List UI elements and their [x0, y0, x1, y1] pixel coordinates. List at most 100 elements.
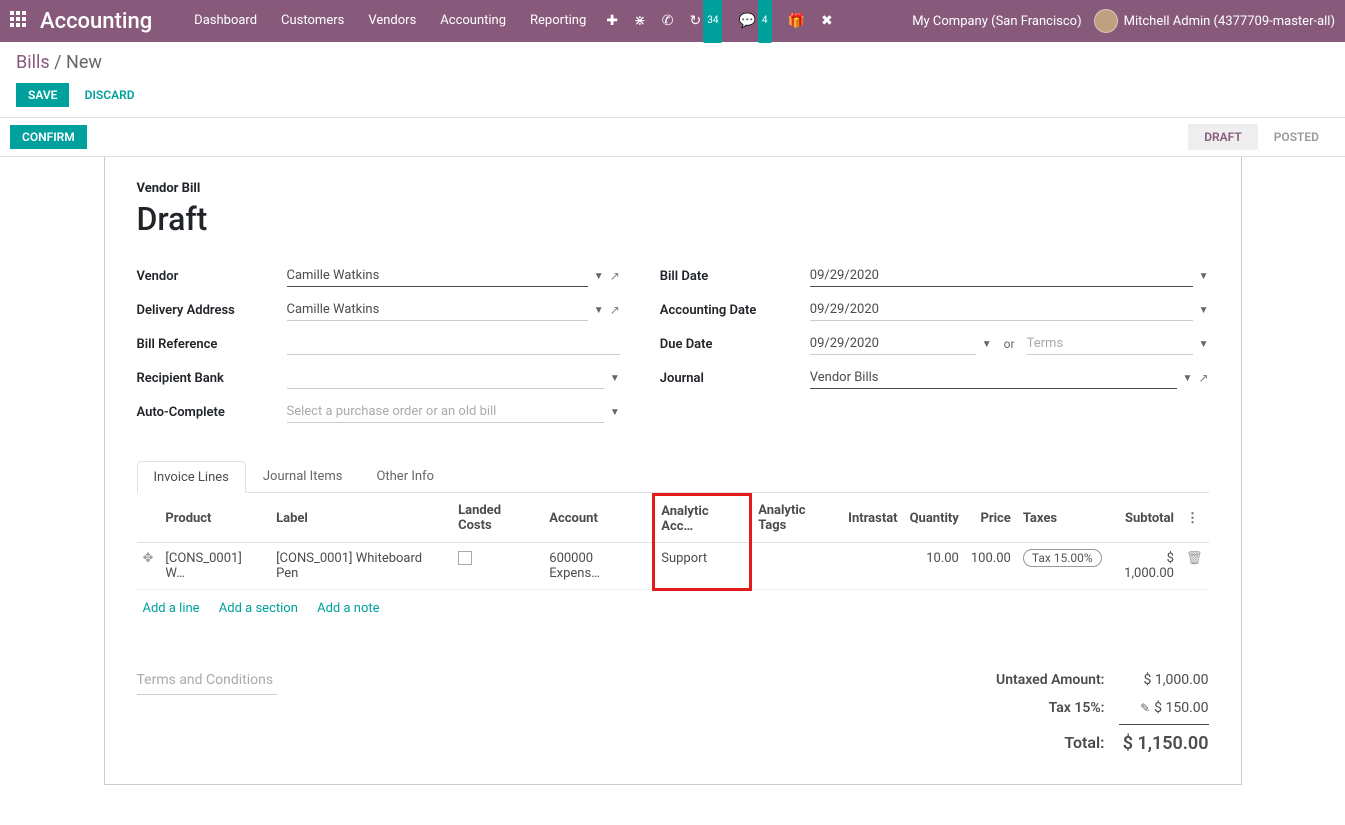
nav-customers[interactable]: Customers [269, 0, 356, 42]
cell-analytic-tags[interactable] [751, 543, 842, 590]
breadcrumb-root[interactable]: Bills [16, 52, 50, 73]
delivery-field[interactable] [287, 299, 588, 321]
edit-tax-icon[interactable]: ✎ [1140, 701, 1150, 715]
chevron-down-icon[interactable]: ▼ [982, 339, 992, 350]
status-draft[interactable]: Draft [1188, 124, 1258, 150]
recipbank-field[interactable] [287, 367, 604, 389]
delete-row-icon[interactable]: 🗑 [1186, 551, 1203, 566]
external-link-icon[interactable]: ↗ [1198, 371, 1208, 385]
col-subtotal[interactable]: Subtotal [1108, 495, 1180, 543]
chevron-down-icon[interactable]: ▼ [610, 407, 620, 418]
drag-handle-icon[interactable]: ✥ [143, 551, 154, 566]
external-link-icon[interactable]: ↗ [610, 303, 620, 317]
chevron-down-icon[interactable]: ▼ [1199, 339, 1209, 350]
form-type-label: Vendor Bill [137, 181, 1209, 196]
acctdate-field[interactable] [810, 299, 1193, 321]
tools-icon[interactable]: ✖ [813, 0, 841, 42]
cell-subtotal: $ 1,000.00 [1108, 543, 1180, 590]
col-quantity[interactable]: Quantity [904, 495, 965, 543]
add-section-link[interactable]: Add a section [219, 601, 298, 616]
cell-quantity[interactable]: 10.00 [904, 543, 965, 590]
status-posted[interactable]: Posted [1258, 124, 1335, 150]
clock-icon[interactable]: ↻34 [681, 0, 730, 43]
terms-field[interactable] [1027, 333, 1193, 355]
vendor-label: Vendor [137, 269, 287, 284]
tax-tag[interactable]: Tax 15.00% [1023, 549, 1102, 567]
phone-icon[interactable]: ✆ [654, 0, 682, 42]
tax-label: Tax 15%: [959, 700, 1105, 716]
vendor-field[interactable] [287, 265, 588, 287]
landed-checkbox[interactable] [458, 551, 472, 565]
tab-invoice-lines[interactable]: Invoice Lines [137, 461, 246, 493]
tab-journal-items[interactable]: Journal Items [246, 460, 360, 492]
add-note-link[interactable]: Add a note [317, 601, 379, 616]
user-menu[interactable]: Mitchell Admin (4377709-master-all) [1094, 9, 1335, 33]
nav-accounting[interactable]: Accounting [428, 0, 518, 42]
col-intrastat[interactable]: Intrastat [842, 495, 903, 543]
billdate-field[interactable] [810, 265, 1193, 287]
autocomplete-field[interactable] [287, 401, 604, 423]
col-product[interactable]: Product [159, 495, 270, 543]
app-brand[interactable]: Accounting [40, 9, 152, 34]
col-account[interactable]: Account [543, 495, 653, 543]
external-link-icon[interactable]: ↗ [610, 269, 620, 283]
form-state-title: Draft [137, 200, 1209, 238]
cell-price[interactable]: 100.00 [965, 543, 1017, 590]
apps-icon[interactable] [10, 11, 26, 32]
autocomplete-label: Auto-Complete [137, 405, 287, 420]
cell-analytic-account[interactable]: Support [654, 543, 751, 590]
columns-menu-icon[interactable]: ⋮ [1186, 511, 1199, 526]
clock-badge: 34 [703, 0, 722, 43]
tab-other-info[interactable]: Other Info [359, 460, 451, 492]
confirm-button[interactable]: Confirm [10, 125, 87, 149]
chat-icon[interactable]: 💬4 [730, 0, 779, 43]
duedate-field[interactable] [810, 333, 976, 355]
bug-icon[interactable]: ⋇ [626, 0, 654, 42]
gift-icon[interactable]: 🎁 [780, 0, 813, 42]
cell-label[interactable]: [CONS_0001] Whiteboard Pen [270, 543, 452, 590]
chevron-down-icon[interactable]: ▼ [594, 305, 604, 316]
add-links: Add a line Add a section Add a note [137, 591, 1209, 626]
col-analytic-account[interactable]: Analytic Acc… [654, 495, 751, 543]
cell-product[interactable]: [CONS_0001] W… [159, 543, 270, 590]
plus-icon[interactable]: ✚ [598, 0, 626, 42]
untaxed-label: Untaxed Amount: [959, 672, 1105, 688]
company-switcher[interactable]: My Company (San Francisco) [912, 14, 1081, 29]
top-nav: Accounting Dashboard Customers Vendors A… [0, 0, 1345, 42]
form-sheet: Vendor Bill Draft Vendor ▼ ↗ Delivery Ad… [104, 157, 1242, 785]
nav-vendors[interactable]: Vendors [356, 0, 428, 42]
totals-box: Untaxed Amount: $ 1,000.00 Tax 15%: ✎ $ 1… [959, 666, 1209, 760]
col-label[interactable]: Label [270, 495, 452, 543]
billref-field[interactable] [287, 333, 620, 355]
nav-dashboard[interactable]: Dashboard [182, 0, 269, 42]
cell-account[interactable]: 600000 Expens… [543, 543, 653, 590]
total-value: $ 1,150.00 [1119, 733, 1209, 754]
chevron-down-icon[interactable]: ▼ [610, 373, 620, 384]
col-price[interactable]: Price [965, 495, 1017, 543]
delivery-label: Delivery Address [137, 303, 287, 318]
nav-links: Dashboard Customers Vendors Accounting R… [182, 0, 598, 42]
chevron-down-icon[interactable]: ▼ [1183, 373, 1193, 384]
journal-field[interactable] [810, 367, 1177, 389]
add-line-link[interactable]: Add a line [143, 601, 200, 616]
save-button[interactable]: Save [16, 83, 69, 107]
chevron-down-icon[interactable]: ▼ [594, 271, 604, 282]
col-landed[interactable]: Landed Costs [452, 495, 543, 543]
discard-button[interactable]: Discard [73, 83, 147, 107]
status-row: Confirm Draft Posted [0, 118, 1345, 157]
untaxed-value: $ 1,000.00 [1119, 672, 1209, 688]
nav-reporting[interactable]: Reporting [518, 0, 598, 42]
col-taxes[interactable]: Taxes [1017, 495, 1108, 543]
table-row[interactable]: ✥ [CONS_0001] W… [CONS_0001] Whiteboard … [137, 543, 1209, 590]
chevron-down-icon[interactable]: ▼ [1199, 305, 1209, 316]
billref-label: Bill Reference [137, 337, 287, 352]
col-analytic-tags[interactable]: Analytic Tags [751, 495, 842, 543]
cell-intrastat[interactable] [842, 543, 903, 590]
chevron-down-icon[interactable]: ▼ [1199, 271, 1209, 282]
or-text: or [1004, 337, 1015, 351]
billdate-label: Bill Date [660, 269, 810, 284]
recipbank-label: Recipient Bank [137, 371, 287, 386]
terms-conditions-input[interactable]: Terms and Conditions [137, 666, 277, 695]
tax-value: $ 150.00 [1154, 700, 1208, 716]
journal-label: Journal [660, 371, 810, 386]
